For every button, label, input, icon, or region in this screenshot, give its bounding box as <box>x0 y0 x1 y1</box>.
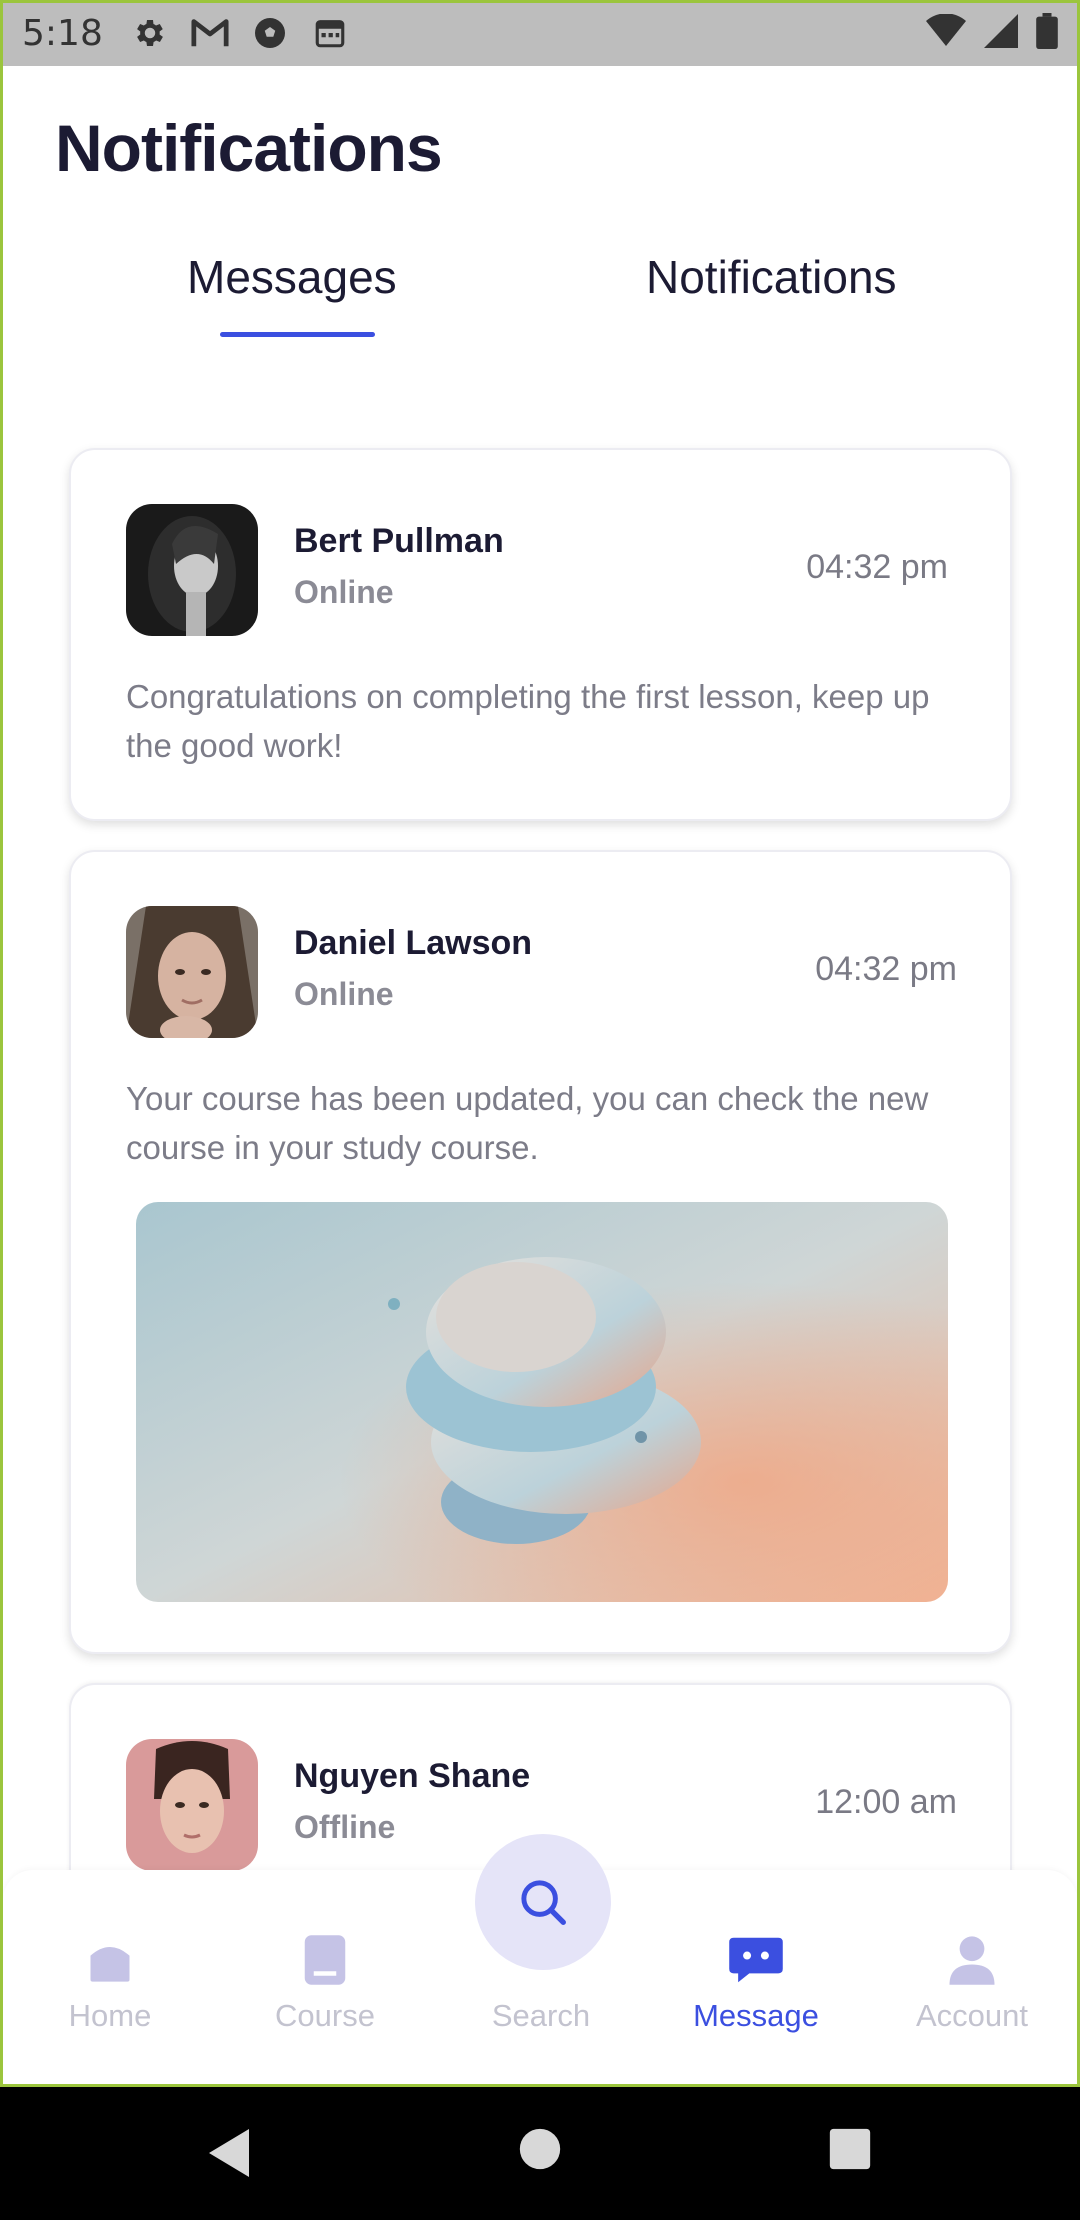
nav-label: Course <box>275 1998 375 2033</box>
wifi-icon <box>926 12 966 53</box>
message-time: 04:32 pm <box>815 950 957 988</box>
active-tab-indicator <box>220 332 375 337</box>
message-card[interactable]: Daniel Lawson Online 04:32 pm Your cours… <box>69 850 1012 1654</box>
tab-messages[interactable]: Messages <box>187 250 397 304</box>
back-triangle-icon <box>209 2129 249 2177</box>
chat-bubble-icon <box>676 1930 836 1990</box>
sender-name: Bert Pullman <box>294 522 504 560</box>
nav-course[interactable]: Course <box>245 1930 405 2034</box>
recents-button[interactable] <box>828 2127 872 2176</box>
tab-bar: Messages Notifications <box>0 250 1080 340</box>
nav-label: Account <box>915 1998 1028 2033</box>
recents-square-icon <box>829 2128 871 2170</box>
back-button[interactable] <box>205 2127 253 2184</box>
home-circle-icon <box>519 2128 561 2170</box>
nav-search[interactable]: Search <box>461 1930 621 2034</box>
course-preview-image[interactable] <box>136 1202 948 1602</box>
nav-label: Search <box>491 1998 591 2033</box>
person-icon <box>892 1930 1052 1990</box>
signal-icon <box>984 13 1018 53</box>
system-navigation-bar <box>0 2087 1080 2220</box>
nav-account[interactable]: Account <box>892 1930 1052 2034</box>
presence-status: Online <box>294 574 394 610</box>
sender-name: Daniel Lawson <box>294 924 533 962</box>
settings-icon <box>131 14 169 52</box>
calendar-icon <box>311 14 349 52</box>
message-text: Your course has been updated, you can ch… <box>126 1080 929 1166</box>
status-time: 5:18 <box>22 12 103 54</box>
nav-label: Home <box>68 1998 152 2033</box>
bottom-navigation: Home Course Search Message Account <box>3 1834 1077 2085</box>
sender-name: Nguyen Shane <box>294 1757 531 1795</box>
home-button[interactable] <box>518 2127 562 2176</box>
avatar <box>126 504 258 636</box>
message-time: 04:32 pm <box>806 548 948 586</box>
presence-status: Online <box>294 976 394 1012</box>
home-icon <box>30 1930 190 1990</box>
status-bar: 5:18 <box>0 0 1080 66</box>
presence-status: Offline <box>294 1809 396 1845</box>
nav-home[interactable]: Home <box>30 1930 190 2034</box>
battery-icon <box>1036 12 1058 54</box>
nav-label: Message <box>693 1998 819 2033</box>
book-icon <box>245 1930 405 1990</box>
avatar <box>126 1739 258 1871</box>
gmail-icon <box>191 14 229 52</box>
soccer-ball-icon <box>251 14 289 52</box>
page-title: Notifications <box>55 111 443 185</box>
message-time: 12:00 am <box>815 1783 957 1821</box>
message-card[interactable]: Bert Pullman Online 04:32 pm Congratulat… <box>69 448 1012 821</box>
message-text: Congratulations on completing the first … <box>126 678 930 764</box>
search-icon <box>521 1880 566 1925</box>
avatar <box>126 906 258 1038</box>
nav-message[interactable]: Message <box>676 1930 836 2034</box>
tab-notifications[interactable]: Notifications <box>646 250 897 304</box>
